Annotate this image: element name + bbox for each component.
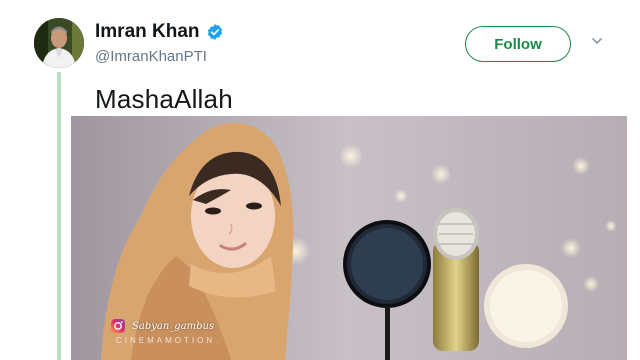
instagram-icon — [111, 319, 125, 333]
author-avatar[interactable] — [34, 18, 84, 68]
follow-button[interactable]: Follow — [465, 26, 571, 62]
thread-line — [57, 72, 61, 360]
watermark-subtext: CINEMAMOTION — [116, 336, 216, 345]
verified-badge-icon — [207, 24, 222, 40]
watermark-text: Sabyan_gambus — [132, 320, 215, 332]
author-display-name[interactable]: Imran Khan — [95, 21, 200, 43]
author-handle[interactable]: @ImranKhanPTI — [95, 48, 207, 65]
video-watermark: Sabyan_gambus — [110, 318, 214, 334]
avatar-image — [34, 18, 84, 68]
chevron-down-icon[interactable] — [591, 36, 603, 46]
author-name-row: Imran Khan — [95, 21, 224, 43]
tweet-video-thumbnail[interactable]: Sabyan_gambus CINEMAMOTION — [71, 116, 627, 360]
tweet-text: MashaAllah — [95, 84, 233, 114]
